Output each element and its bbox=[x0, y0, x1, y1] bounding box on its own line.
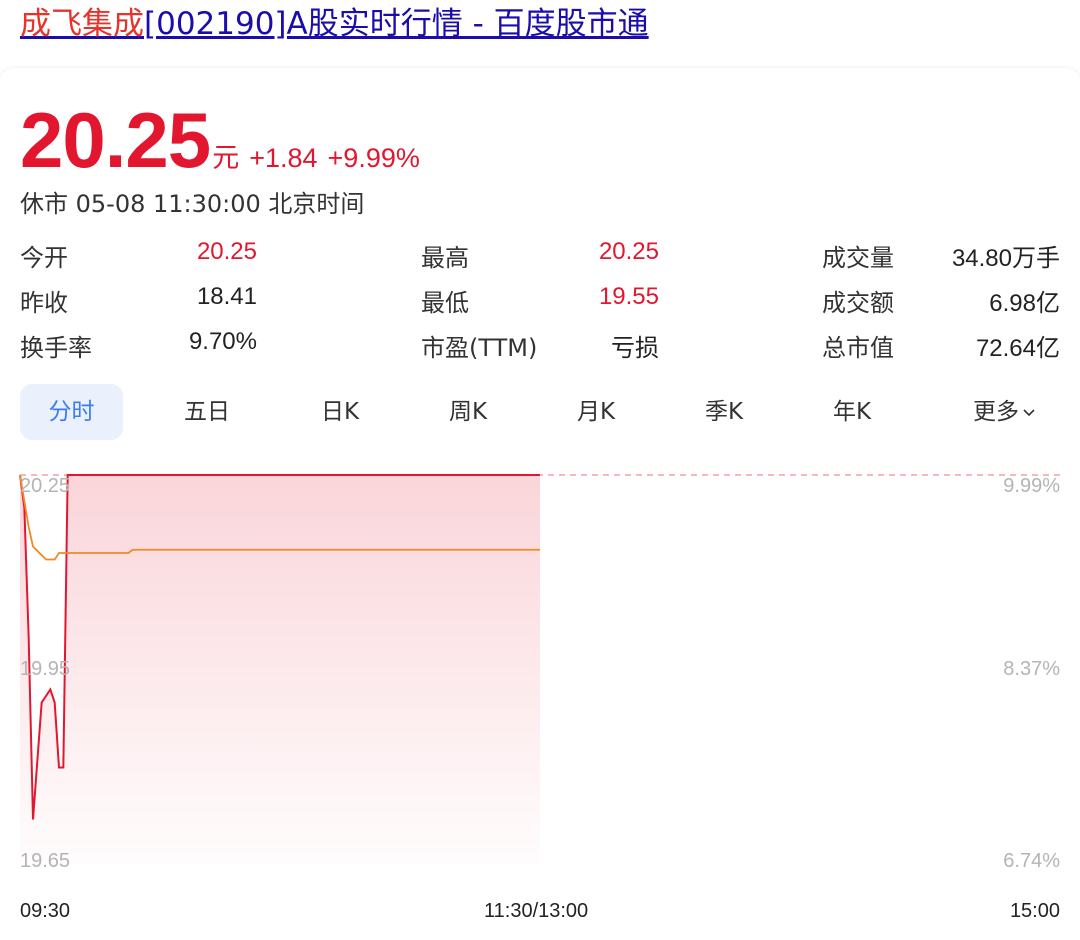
time-label-close: 15:00 bbox=[1009, 900, 1060, 922]
tab-intraday[interactable]: 分时 bbox=[20, 384, 123, 440]
tab-more-label: 更多 bbox=[973, 399, 1019, 425]
stat-value-open: 20.25 bbox=[196, 238, 257, 265]
stat-label-volume: 成交量 bbox=[822, 244, 894, 272]
stat-value-low: 19.55 bbox=[598, 283, 659, 310]
price-change: +1.84 bbox=[249, 143, 318, 173]
stat-label-turnover-rate: 换手率 bbox=[20, 334, 92, 362]
stat-label-turnover: 成交额 bbox=[822, 289, 894, 317]
stat-value-pe: 亏损 bbox=[611, 335, 659, 362]
time-label-open: 09:30 bbox=[20, 900, 71, 922]
stat-label-low: 最低 bbox=[421, 289, 469, 317]
y-tick-label-mid: 19.95 bbox=[20, 658, 71, 680]
price-area-fill bbox=[20, 475, 540, 865]
y-tick-label-bottom: 19.65 bbox=[20, 850, 71, 872]
market-status: 休市 05-08 11:30:00 北京时间 bbox=[20, 190, 365, 218]
stat-value-volume: 34.80万手 bbox=[951, 245, 1060, 272]
time-label-midday: 11:30/13:00 bbox=[484, 900, 589, 922]
stat-value-turnover-rate: 9.70% bbox=[188, 328, 257, 355]
price-change-pct: +9.99% bbox=[327, 143, 420, 173]
stat-value-market-cap: 72.64亿 bbox=[975, 335, 1060, 362]
stat-label-high: 最高 bbox=[421, 244, 469, 272]
pct-tick-label-bottom: 6.74% bbox=[1003, 850, 1060, 872]
stat-value-turnover: 6.98亿 bbox=[989, 290, 1060, 317]
pct-tick-label-top: 9.99% bbox=[1003, 475, 1060, 497]
stat-value-prev-close: 18.41 bbox=[196, 283, 257, 310]
stat-label-prev-close: 昨收 bbox=[20, 289, 68, 317]
stat-label-pe: 市盈(TTM) bbox=[421, 334, 538, 362]
tab-five-day[interactable]: 五日 bbox=[157, 384, 257, 440]
stock-title-rest[interactable]: [002190]A股实时行情 - 百度股市通 bbox=[144, 6, 649, 42]
price-row: 20.25元 +1.84 +9.99% bbox=[20, 100, 420, 180]
y-tick-label-top: 20.25 bbox=[20, 475, 71, 497]
tab-more[interactable]: 更多 bbox=[950, 384, 1060, 440]
chevron-down-icon bbox=[1023, 408, 1035, 416]
stat-label-market-cap: 总市值 bbox=[822, 334, 894, 362]
stock-name[interactable]: 成飞集成 bbox=[20, 6, 144, 42]
intraday-chart bbox=[19, 474, 1060, 865]
stat-label-open: 今开 bbox=[20, 244, 68, 272]
stat-value-high: 20.25 bbox=[598, 238, 659, 265]
tab-quarterly-k[interactable]: 季K bbox=[674, 384, 774, 440]
tab-monthly-k[interactable]: 月K bbox=[546, 384, 646, 440]
price-unit: 元 bbox=[212, 143, 240, 174]
current-price: 20.25 bbox=[20, 96, 211, 184]
tab-weekly-k[interactable]: 周K bbox=[418, 384, 518, 440]
tab-yearly-k[interactable]: 年K bbox=[802, 384, 902, 440]
pct-tick-label-mid: 8.37% bbox=[1003, 658, 1060, 680]
page-title-link[interactable]: 成飞集成[002190]A股实时行情 - 百度股市通 bbox=[20, 4, 649, 44]
tab-daily-k[interactable]: 日K bbox=[290, 384, 390, 440]
